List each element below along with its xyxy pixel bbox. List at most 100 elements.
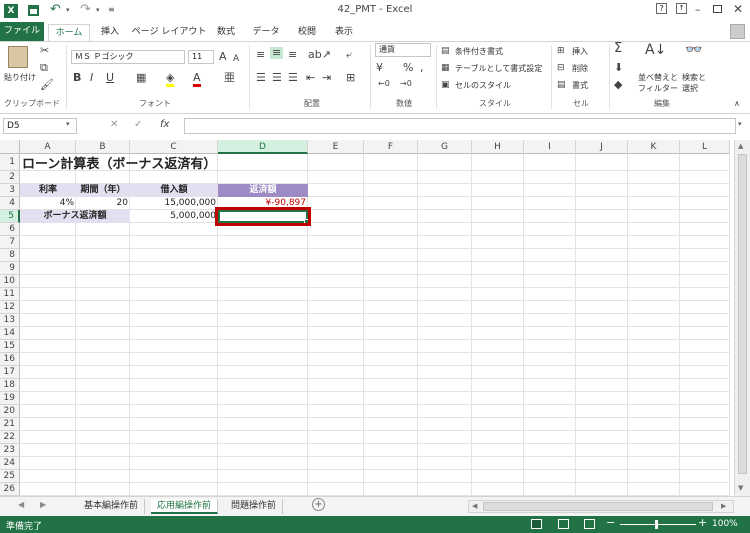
row-header-26[interactable]: 26 bbox=[0, 483, 20, 496]
format-painter-icon[interactable]: 🖌 bbox=[40, 79, 54, 91]
percent-icon[interactable]: % bbox=[403, 62, 413, 74]
zoom-level[interactable]: 100% bbox=[712, 519, 738, 529]
column-header-e[interactable]: E bbox=[308, 140, 364, 154]
row-header-20[interactable]: 20 bbox=[0, 405, 20, 418]
row-header-13[interactable]: 13 bbox=[0, 314, 20, 327]
row-header-4[interactable]: 4 bbox=[0, 197, 20, 210]
tab-formulas[interactable]: 数式 bbox=[210, 24, 242, 41]
delete-cells-icon[interactable]: ⊟ bbox=[557, 62, 565, 74]
format-cells-icon[interactable]: ▤ bbox=[557, 79, 566, 91]
format-as-table-button[interactable]: テーブルとして書式設定 bbox=[455, 63, 542, 74]
row-header-19[interactable]: 19 bbox=[0, 392, 20, 405]
row-header-8[interactable]: 8 bbox=[0, 249, 20, 262]
hscroll-right-icon[interactable]: ▶ bbox=[721, 502, 726, 510]
vertical-scrollbar[interactable]: ▲ ▼ bbox=[734, 140, 750, 496]
page-layout-view-icon[interactable] bbox=[558, 519, 569, 529]
align-center-icon[interactable]: ☰ bbox=[272, 72, 282, 84]
next-sheet-icon[interactable]: ▶ bbox=[40, 500, 46, 509]
hscroll-left-icon[interactable]: ◀ bbox=[472, 502, 477, 510]
fill-color-icon[interactable]: ◈ bbox=[166, 72, 175, 87]
add-sheet-icon[interactable]: + bbox=[312, 498, 325, 511]
normal-view-icon[interactable] bbox=[531, 519, 542, 529]
insert-function-icon[interactable]: fx bbox=[160, 119, 169, 130]
tab-file[interactable]: ファイル bbox=[0, 22, 44, 41]
scroll-thumb[interactable] bbox=[738, 154, 747, 474]
cell-a5[interactable]: ボーナス返済額 bbox=[20, 210, 130, 223]
font-size-combo[interactable]: 11 bbox=[188, 50, 214, 64]
row-header-15[interactable]: 15 bbox=[0, 340, 20, 353]
increase-decimal-icon[interactable]: ←0 bbox=[378, 78, 390, 90]
cell-styles-button[interactable]: セルのスタイル bbox=[455, 80, 511, 91]
decrease-decimal-icon[interactable]: →0 bbox=[400, 78, 412, 90]
tab-review[interactable]: 校閲 bbox=[290, 24, 324, 41]
row-header-5[interactable]: 5 bbox=[0, 210, 20, 223]
cell-c5[interactable]: 5,000,000 bbox=[130, 210, 216, 223]
row-header-2[interactable]: 2 bbox=[0, 171, 20, 184]
prev-sheet-icon[interactable]: ◀ bbox=[18, 500, 24, 509]
bold-icon[interactable]: B bbox=[73, 72, 81, 84]
tab-view[interactable]: 表示 bbox=[328, 24, 360, 41]
cancel-entry-icon[interactable]: ✕ bbox=[110, 119, 118, 130]
expand-formula-bar-icon[interactable]: ▾ bbox=[738, 120, 742, 128]
row-header-6[interactable]: 6 bbox=[0, 223, 20, 236]
row-header-12[interactable]: 12 bbox=[0, 301, 20, 314]
scroll-up-icon[interactable]: ▲ bbox=[738, 142, 743, 150]
column-header-f[interactable]: F bbox=[364, 140, 418, 154]
font-name-combo[interactable]: ＭＳ Ｐゴシック bbox=[71, 50, 185, 64]
column-header-j[interactable]: J bbox=[576, 140, 628, 154]
collapse-ribbon-icon[interactable]: ∧ bbox=[734, 98, 740, 110]
underline-icon[interactable]: U bbox=[106, 72, 114, 84]
align-middle-icon[interactable]: ≡ bbox=[270, 47, 284, 59]
row-header-24[interactable]: 24 bbox=[0, 457, 20, 470]
page-break-view-icon[interactable] bbox=[584, 519, 595, 529]
zoom-slider[interactable] bbox=[620, 524, 696, 525]
row-header-17[interactable]: 17 bbox=[0, 366, 20, 379]
tab-insert[interactable]: 挿入 bbox=[94, 24, 126, 41]
insert-cells-button[interactable]: 挿入 bbox=[572, 46, 588, 57]
borders-icon[interactable]: ▦ bbox=[136, 72, 146, 84]
column-header-i[interactable]: I bbox=[524, 140, 576, 154]
row-header-22[interactable]: 22 bbox=[0, 431, 20, 444]
conditional-format-icon[interactable]: ▤ bbox=[441, 45, 450, 57]
help-button[interactable]: ? bbox=[656, 3, 667, 14]
column-header-b[interactable]: B bbox=[76, 140, 130, 154]
scroll-down-icon[interactable]: ▼ bbox=[738, 484, 743, 492]
orientation-icon[interactable]: ab↗ bbox=[308, 49, 331, 61]
insert-cells-icon[interactable]: ⊞ bbox=[557, 45, 565, 57]
row-header-7[interactable]: 7 bbox=[0, 236, 20, 249]
italic-icon[interactable]: I bbox=[90, 72, 93, 84]
column-header-g[interactable]: G bbox=[418, 140, 472, 154]
hscroll-thumb[interactable] bbox=[483, 502, 713, 511]
number-format-combo[interactable]: 通貨 bbox=[375, 43, 431, 57]
ribbon-display-options-icon[interactable]: ↑ bbox=[676, 3, 687, 14]
align-right-icon[interactable]: ☰ bbox=[288, 72, 298, 84]
wrap-text-icon[interactable]: ⤶ bbox=[346, 49, 352, 61]
restore-button[interactable] bbox=[713, 5, 722, 13]
merge-center-icon[interactable]: ⊞ bbox=[346, 72, 355, 84]
minimize-button[interactable]: – bbox=[695, 3, 701, 16]
row-header-21[interactable]: 21 bbox=[0, 418, 20, 431]
sort-filter-button[interactable]: 並べ替えと bbox=[638, 72, 678, 83]
close-button[interactable]: ✕ bbox=[733, 2, 743, 16]
cell-d3[interactable]: 返済額 bbox=[218, 184, 308, 197]
cell-b4[interactable]: 20 bbox=[76, 197, 128, 210]
cell-styles-icon[interactable]: ▣ bbox=[441, 79, 450, 91]
binoculars-icon[interactable]: 👓 bbox=[685, 43, 702, 57]
font-color-icon[interactable]: A bbox=[193, 72, 201, 87]
column-header-k[interactable]: K bbox=[628, 140, 680, 154]
autosum-icon[interactable]: Σ bbox=[614, 42, 622, 55]
zoom-slider-thumb[interactable] bbox=[655, 520, 658, 529]
confirm-entry-icon[interactable]: ✓ bbox=[134, 119, 142, 130]
cell-c3[interactable]: 借入額 bbox=[130, 184, 218, 197]
sheet-tab-applied[interactable]: 応用編操作前 bbox=[151, 499, 219, 514]
align-bottom-icon[interactable]: ≡ bbox=[288, 49, 297, 61]
formula-input[interactable] bbox=[184, 118, 736, 134]
find-select-button[interactable]: 検索と bbox=[682, 72, 706, 83]
account-avatar[interactable] bbox=[730, 24, 745, 39]
cell-c4[interactable]: 15,000,000 bbox=[130, 197, 216, 210]
row-header-25[interactable]: 25 bbox=[0, 470, 20, 483]
column-header-h[interactable]: H bbox=[472, 140, 524, 154]
row-header-3[interactable]: 3 bbox=[0, 184, 20, 197]
phonetic-icon[interactable]: 亜 bbox=[224, 72, 235, 84]
conditional-format-button[interactable]: 条件付き書式 bbox=[455, 46, 503, 57]
